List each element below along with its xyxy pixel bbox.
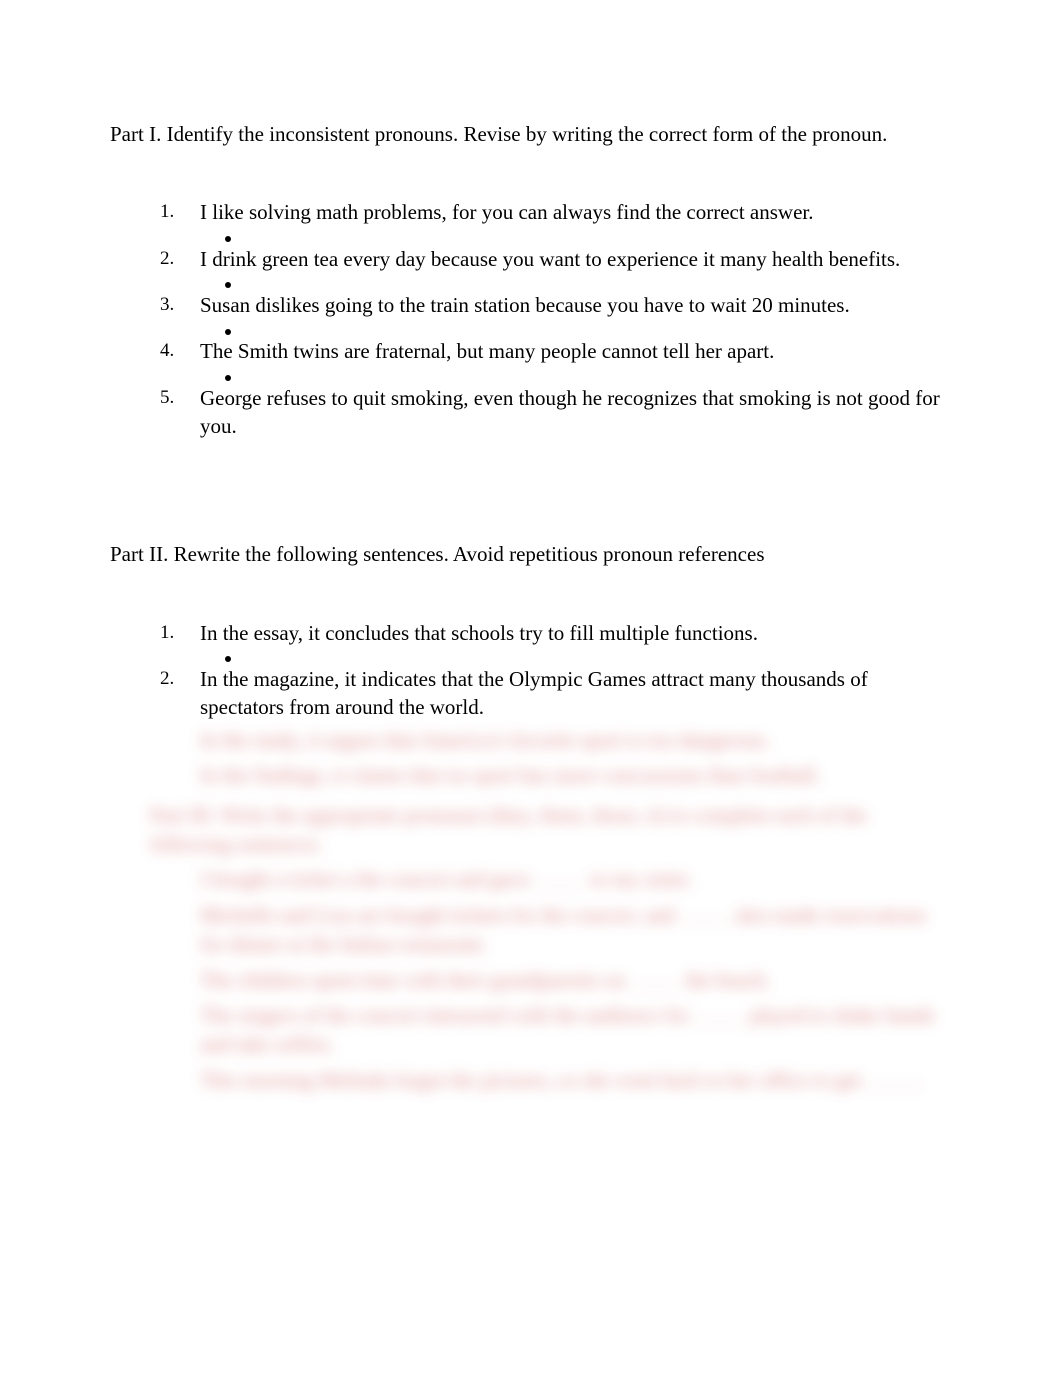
obscured-item: In the study, it argues that America's f… — [160, 726, 952, 755]
item-number: 1. — [160, 199, 174, 225]
obscured-text: the beach. — [686, 968, 771, 992]
item-text: In the essay, it concludes that schools … — [200, 621, 758, 645]
obscured-text: This morning Melinda forgot the pictures… — [200, 1068, 861, 1092]
obscured-item: The singers of the concert interacted wi… — [160, 1001, 952, 1060]
answer-bullet — [200, 227, 952, 241]
part2-item: 2. In the magazine, it indicates that th… — [160, 665, 952, 722]
part1-list: 1. I like solving math problems, for you… — [110, 198, 952, 440]
item-text: Susan dislikes going to the train statio… — [200, 293, 850, 317]
obscured-text: I bought a ticket a the concert and gave — [200, 867, 530, 891]
obscured-text: to my sister. — [591, 867, 693, 891]
obscured-item: Michelle and Lisa are bought tickets for… — [160, 901, 952, 960]
answer-bullet — [200, 319, 952, 333]
item-text: In the magazine, it indicates that the O… — [200, 667, 868, 719]
item-text: I like solving math problems, for you ca… — [200, 200, 814, 224]
part1-heading: Part I. Identify the inconsistent pronou… — [110, 120, 952, 148]
obscured-content: In the study, it argues that America's f… — [110, 726, 952, 1095]
part1-item: 5. George refuses to quit smoking, even … — [160, 384, 952, 441]
item-text: The Smith twins are fraternal, but many … — [200, 339, 774, 363]
part2-item: 1. In the essay, it concludes that schoo… — [160, 619, 952, 661]
part2-list: 1. In the essay, it concludes that schoo… — [110, 619, 952, 722]
obscured-item: This morning Melinda forgot the pictures… — [160, 1066, 952, 1095]
obscured-text: Michelle and Lisa are bought tickets for… — [200, 903, 675, 927]
blank-line — [680, 908, 730, 922]
answer-bullet — [200, 366, 952, 380]
part1-item: 4. The Smith twins are fraternal, but ma… — [160, 337, 952, 379]
answer-bullet — [200, 647, 952, 661]
item-number: 4. — [160, 338, 174, 364]
obscured-item: The children spent time with their grand… — [160, 966, 952, 995]
item-number: 2. — [160, 666, 174, 692]
part1-item: 2. I drink green tea every day because y… — [160, 245, 952, 287]
part1-item: 3. Susan dislikes going to the train sta… — [160, 291, 952, 333]
obscured-text: In the findings, it claims that no sport… — [200, 763, 821, 787]
part1-item: 1. I like solving math problems, for you… — [160, 198, 952, 240]
answer-bullet — [200, 273, 952, 287]
obscured-text: The singers of the concert interacted wi… — [200, 1003, 689, 1027]
part2-heading: Part II. Rewrite the following sentences… — [110, 540, 952, 568]
blank-line — [535, 872, 585, 886]
item-number: 5. — [160, 385, 174, 411]
item-number: 2. — [160, 246, 174, 272]
item-text: George refuses to quit smoking, even tho… — [200, 386, 940, 438]
obscured-text: In the study, it argues that America's f… — [200, 728, 771, 752]
item-number: 1. — [160, 620, 174, 646]
obscured-item: In the findings, it claims that no sport… — [160, 761, 952, 790]
blank-line — [694, 1008, 744, 1022]
obscured-item: I bought a ticket a the concert and gave… — [160, 865, 952, 894]
obscured-text: The children spent time with their grand… — [200, 968, 625, 992]
item-number: 3. — [160, 292, 174, 318]
item-text: I drink green tea every day because you … — [200, 247, 900, 271]
blank-line — [866, 1073, 916, 1087]
blank-line — [630, 973, 680, 987]
obscured-part3-heading: Part III. Write the appropriate pronouns… — [110, 801, 952, 860]
